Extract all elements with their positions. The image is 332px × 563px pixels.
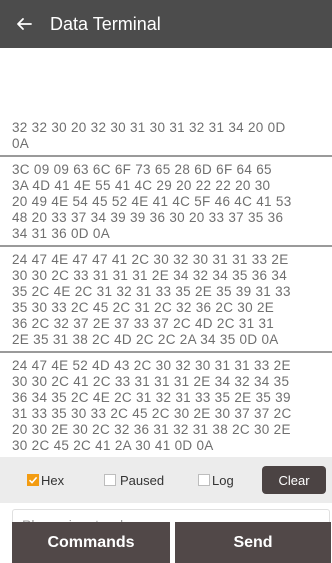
terminal-line: 30 30 2C 41 2C 33 31 31 31 2E 34 32 34 3… xyxy=(12,374,290,389)
send-button[interactable]: Send xyxy=(175,522,331,563)
hex-checkbox[interactable]: Hex xyxy=(27,457,64,503)
page-title: Data Terminal xyxy=(50,13,161,34)
arrow-left-icon xyxy=(17,18,32,30)
hex-checkbox-label: Hex xyxy=(41,472,65,488)
terminal-line: 30 2C 45 2C 41 2A 30 41 0D 0A xyxy=(12,438,214,453)
terminal-line: 31 33 35 30 33 2C 45 2C 30 2E 30 37 37 2… xyxy=(12,406,292,421)
terminal-line: 32 32 30 20 32 30 31 30 31 32 31 34 20 0… xyxy=(12,120,286,135)
terminal-line: 30 30 2C 33 31 31 31 2E 34 32 34 35 36 3… xyxy=(12,268,288,283)
paused-checkbox[interactable]: Paused xyxy=(104,457,164,503)
terminal-line: 48 20 33 37 34 39 39 36 30 20 33 37 35 3… xyxy=(12,210,284,225)
commands-button[interactable]: Commands xyxy=(12,522,170,563)
back-button[interactable] xyxy=(0,0,48,48)
terminal-line: 36 34 35 2C 4E 2C 31 32 31 33 35 2E 35 3… xyxy=(12,390,291,405)
log-checkbox[interactable]: Log xyxy=(198,457,234,503)
app-header: Data Terminal xyxy=(0,0,332,48)
options-bar: Hex Paused Log Clear xyxy=(0,457,332,503)
terminal-line: 24 47 4E 52 4D 43 2C 30 32 30 31 31 33 2… xyxy=(12,358,291,373)
log-checkbox-box[interactable] xyxy=(198,474,210,486)
terminal-line: 34 31 36 0D 0A xyxy=(12,226,111,241)
terminal-entry: 32 32 30 20 32 30 31 30 31 32 31 34 20 0… xyxy=(0,115,332,157)
terminal-output[interactable]: 32 32 30 20 32 30 31 30 31 32 31 34 20 0… xyxy=(0,48,332,457)
terminal-output-content: 32 32 30 20 32 30 31 30 31 32 31 34 20 0… xyxy=(0,115,332,457)
terminal-entry: 24 47 4E 47 47 41 2C 30 32 30 31 31 33 2… xyxy=(0,247,332,353)
clear-button[interactable]: Clear xyxy=(262,466,326,494)
paused-checkbox-box[interactable] xyxy=(104,474,116,486)
terminal-line: 35 2C 4E 2C 31 32 31 33 35 2E 35 39 31 3… xyxy=(12,284,291,299)
terminal-line: 3C 09 09 63 6C 6F 73 65 28 6D 6F 64 65 xyxy=(12,162,272,177)
terminal-line: 2E 35 31 38 2C 4D 2C 2C 2A 34 35 0D 0A xyxy=(12,332,279,347)
terminal-line: 3A 4D 41 4E 55 41 4C 29 20 22 22 20 30 xyxy=(12,178,271,193)
terminal-line: 20 30 2E 30 2C 32 36 31 32 31 38 2C 30 2… xyxy=(12,422,291,437)
terminal-entry: 3C 09 09 63 6C 6F 73 65 28 6D 6F 64 65 3A… xyxy=(0,157,332,247)
action-buttons: Commands Send xyxy=(0,522,332,563)
terminal-entry: 24 47 4E 52 4D 43 2C 30 32 30 31 31 33 2… xyxy=(0,353,332,457)
hex-checkbox-box[interactable] xyxy=(27,474,39,486)
terminal-line: 36 2C 32 37 2E 37 33 37 2C 4D 2C 31 31 xyxy=(12,316,275,331)
terminal-line: 0A xyxy=(12,136,30,151)
paused-checkbox-label: Paused xyxy=(120,472,165,488)
terminal-line: 24 47 4E 47 47 41 2C 30 32 30 31 31 33 2… xyxy=(12,252,289,267)
terminal-line: 20 49 4E 54 45 52 4E 41 4C 5F 46 4C 41 5… xyxy=(12,194,292,209)
log-checkbox-label: Log xyxy=(212,472,234,488)
terminal-line: 35 30 33 2C 45 2C 31 2C 32 36 2C 30 2E xyxy=(12,300,275,315)
